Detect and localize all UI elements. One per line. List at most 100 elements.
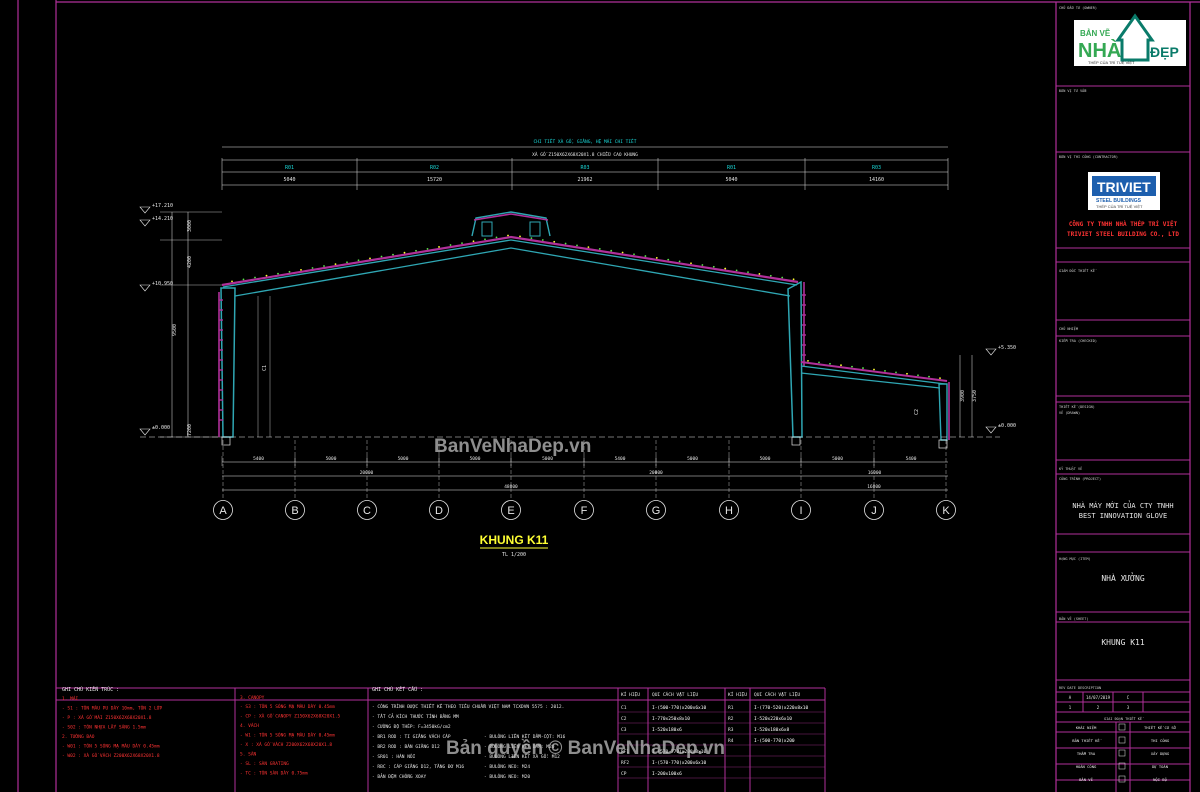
level-label-left: +14.210 (152, 216, 173, 222)
purlin-mark (818, 361, 820, 364)
level-triangle-icon (139, 284, 151, 292)
purlin-mark (884, 370, 886, 372)
canopy-note-line: - S3 : TÔN 5 SÓNG MẠ MÀU DÀY 0.45mm (240, 703, 335, 710)
bay-dim: 5400 (615, 456, 626, 462)
canopy-note-line: - TC : TÔN SÀN DÀY 0.75mm (240, 770, 308, 777)
purlin-mark (530, 237, 533, 240)
grid-axis-label: B (291, 505, 298, 517)
bay-dim: 5000 (760, 456, 771, 462)
level-label-right: ±0.000 (998, 423, 1016, 429)
canopy-notes-list: 3. CANOPY - S3 : TÔN 5 SÓNG MẠ MÀU DÀY 0.… (240, 695, 341, 777)
segment-dim: 5040 (283, 177, 295, 183)
stage-checkbox (1118, 723, 1126, 731)
grid-axis-label: G (652, 505, 661, 517)
ridge-vent-left (481, 221, 493, 237)
grid-axis-label: J (871, 505, 877, 517)
purlin-mark (369, 257, 371, 260)
purlin-mark (254, 276, 256, 279)
purlin-mark (484, 238, 486, 241)
grid-axis-label: E (507, 505, 514, 517)
purlin-mark (939, 377, 941, 379)
stage-header: GIAI ĐOẠN THIẾT KẾ (1104, 716, 1144, 721)
purlin-mark (610, 249, 613, 252)
purlin-mark (598, 248, 601, 250)
grid-axis-label: D (435, 505, 443, 517)
leanto-roof-cladding (800, 361, 948, 382)
purlin-mark (712, 265, 715, 268)
stage-label: HOÀN CÔNG (1076, 764, 1097, 769)
purlin-mark (862, 367, 864, 369)
struct-note-line: - BR2 ROD : BÁN GIẰNG D12 (372, 742, 440, 750)
stage-label: XÂY DỰNG (1151, 751, 1170, 756)
member-table-cell: I-(500-770)x200 (754, 738, 795, 744)
revision-cell: 3 (1127, 705, 1130, 710)
struct-note-line-b: - BULÔNG NEO: M20 (484, 773, 530, 780)
top-note-2: XÀ GỒ Z150X62X68X20X1.8 CHIỀU CAO KHUNG (532, 150, 638, 158)
purlin-mark (472, 240, 475, 243)
level-label-right: +5.350 (998, 345, 1016, 351)
revision-cell: 1 (1069, 705, 1072, 710)
member-table-cell: I-520x180x6 (652, 727, 682, 733)
member-table-cell: I-(570-770)x200x6x10 (652, 760, 706, 766)
segment-mark: R03 (580, 165, 589, 171)
ridge-vent-right (529, 221, 541, 237)
member-table-cell: R2 (728, 716, 734, 722)
ridge-monitor-frame (471, 211, 551, 237)
span-dim: 20000 (360, 470, 374, 476)
purlin-mark (633, 253, 635, 256)
vertical-dim-left: 9500 (172, 324, 178, 336)
steel-frame-structure (140, 211, 1000, 449)
stage-label: BẢN THIẾT KẾ (1072, 738, 1101, 743)
label-consultant: ĐƠN VỊ TƯ VẤN (1059, 88, 1086, 93)
arch-note-line: - S1 : TÔN MÀU PU DÀY 10mm, TÔN 2 LỚP (62, 705, 163, 712)
arch-note-line: 1. MÁI (62, 695, 79, 702)
canopy-note-line: - CP : XÀ GỒ CANOPY Z150X62X68X20X1.5 (240, 713, 341, 720)
cad-drawing-canvas: A B C D E F G H I K J CHI TIẾT XÀ GỒ, GIẰNG, HỆ MÁ… (17, 0, 1200, 792)
purlin-mark (873, 368, 875, 371)
label-checked: KIỂM TRA (CHECKED) (1059, 338, 1097, 343)
member-table-cell: I-770x250x8x10 (652, 716, 690, 722)
purlin-mark (277, 272, 279, 275)
segment-dim: 5040 (725, 177, 737, 183)
struct-notes-header: GHI CHÚ KẾT CẤU : (372, 685, 423, 693)
level-label-left: ±0.000 (152, 425, 170, 431)
right-overall-dim: 16000 (867, 484, 881, 490)
purlin-mark (334, 263, 337, 266)
label-design-director: GIÁM ĐỐC THIẾT KẾ (1059, 268, 1097, 273)
label-manager: CHỦ NHIỆM (1059, 326, 1078, 331)
arch-notes-list: 1. MÁI - S1 : TÔN MÀU PU DÀY 10mm, TÔN 2 … (62, 695, 163, 759)
purlin-mark (621, 251, 624, 254)
segment-mark: R01 (285, 165, 294, 171)
watermark-center: BanVeNhaDep.vn (434, 436, 592, 457)
struct-note-line: - SR01 : HÀN NỐI (372, 753, 416, 760)
level-triangle-icon (139, 206, 151, 214)
member-table-header: KÍ HIỆU (621, 690, 640, 698)
purlin-mark (231, 280, 233, 283)
span-dim: 16000 (868, 470, 882, 476)
grid-axis-label: F (581, 505, 588, 517)
purlin-mark (758, 273, 761, 275)
purlin-mark (724, 267, 727, 270)
purlin-mark (807, 360, 809, 362)
logo-text-2: NHÀ (1078, 39, 1121, 62)
purlin-mark (895, 371, 897, 374)
revision-cell: A (1069, 695, 1072, 700)
company-logo-1: TRIVIET (1097, 179, 1151, 195)
member-table-cell: R1 (728, 705, 734, 711)
rafter-top-flange (222, 239, 798, 288)
top-note-1: CHI TIẾT XÀ GỒ, GIẰNG, HỆ MÁI CHI TIẾT (534, 137, 637, 145)
purlin-mark (403, 251, 406, 254)
left-column-c1 (220, 287, 236, 438)
arch-note-line: - W02 : XÀ GỒ VÁCH Z200X62X68X20X1.8 (62, 752, 160, 759)
canopy-note-line: 4. VÁCH (240, 722, 259, 729)
purlin-mark (690, 262, 692, 265)
company-name-2: TRIVIET STEEL BUILDING CO., LTD (1067, 231, 1179, 238)
purlin-mark (851, 365, 853, 368)
purlin-mark (587, 246, 590, 249)
struct-note-line: - BR1 ROD : TI GIẰNG VÁCH CÁP (372, 732, 451, 740)
bay-dim: 5000 (832, 456, 843, 462)
segment-mark: R01 (727, 165, 736, 171)
grid-axis-label: I (799, 505, 802, 517)
purlin-mark (507, 234, 509, 237)
logo-text-3: ĐẸP (1150, 44, 1179, 60)
